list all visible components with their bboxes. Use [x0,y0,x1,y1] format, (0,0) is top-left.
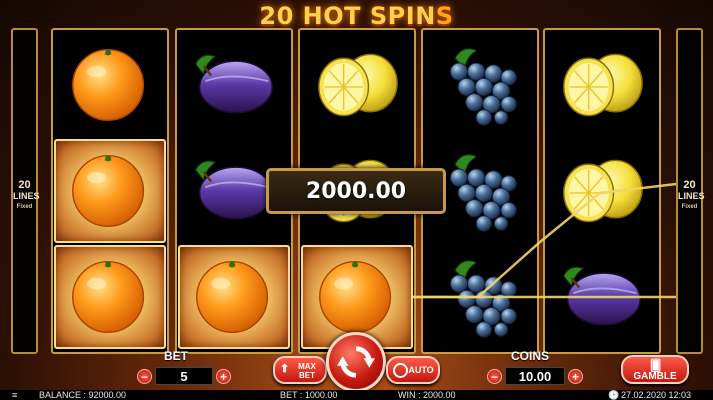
lines-label: LINES [13,191,40,201]
symbol-plum [178,33,290,137]
lines-count: 20 [683,179,696,191]
orange-icon [72,48,145,122]
coins-decrease-button[interactable]: − [487,368,502,384]
orange-icon [196,260,269,334]
win-amount: 2000.00 [305,178,407,204]
symbol-orange [178,245,290,349]
bet-label: BET [164,349,188,363]
total-bet-readout: BET : 1000.00 [280,390,338,400]
game-title: 20 HOT SPINS [0,2,713,30]
bet-increase-button[interactable]: + [216,368,231,384]
arrow-up-icon: ⬆ [280,363,290,375]
symbol-orange [54,139,166,243]
lines-label: LINES [678,191,705,201]
spin-arrows-icon [337,346,375,378]
gamble-button[interactable]: 🂠 GAMBLE [621,355,689,384]
coins-stepper[interactable]: − 10.00 + [487,366,583,386]
orange-icon [72,154,145,228]
balance-readout: BALANCE : 92000.00 [39,390,127,400]
lines-count: 20 [18,179,31,191]
symbol-grapes [424,245,536,349]
lines-panel-left: 20 LINES Fixed [11,28,40,354]
max-bet-label-1: MAX [298,362,316,371]
plum-icon [195,54,273,114]
datetime-readout: 27.02.2020 12:03 [621,390,692,400]
orange-icon [72,260,145,334]
lemon-icon [318,53,398,117]
symbol-grapes [424,33,536,137]
grapes-icon [449,48,517,126]
symbol-orange [54,33,166,137]
spin-button[interactable] [326,332,386,392]
gamble-label: GAMBLE [633,371,677,382]
clock-icon: 🕒 [608,390,620,400]
game-title-tail: S [435,2,454,30]
grapes-icon [449,260,517,338]
coins-value: 10.00 [505,367,565,385]
win-amount-display: 2000.00 [266,168,446,214]
lines-info-right: 20 LINES Fixed [678,179,705,213]
lines-mode: Fixed [681,204,698,210]
lines-info-left: 20 LINES Fixed [13,179,40,213]
symbol-orange [54,245,166,349]
lemon-icon [563,159,643,223]
reel-5 [543,28,661,354]
info-icon: ≡ [12,390,18,400]
cards-icon: 🂠 [650,360,662,372]
symbol-lemon [301,33,413,137]
reel-1 [51,28,169,354]
symbol-plum [546,245,658,349]
bet-value: 5 [155,367,213,385]
bet-decrease-button[interactable]: − [137,368,152,384]
plum-icon [195,160,273,220]
plum-icon [563,266,641,326]
auto-spin-button[interactable]: AUTO [386,356,440,384]
lines-panel-right: 20 LINES Fixed [676,28,705,354]
max-bet-label-2: BET [299,371,315,380]
orange-icon [319,260,392,334]
game-title-main: 20 HOT SPIN [259,2,436,30]
autoplay-icon [393,363,408,378]
grapes-icon [449,154,517,232]
symbol-lemon [546,139,658,243]
coins-label: COINS [511,349,550,363]
lemon-icon [563,53,643,117]
win-readout: WIN : 2000.00 [398,390,456,400]
auto-label: AUTO [408,365,434,375]
max-bet-button[interactable]: ⬆ MAX BET [273,356,327,384]
coins-increase-button[interactable]: + [568,368,583,384]
status-bar: ≡ BALANCE : 92000.00 BET : 1000.00 WIN :… [0,390,713,400]
bet-stepper[interactable]: − 5 + [137,366,231,386]
symbol-lemon [546,33,658,137]
lines-mode: Fixed [16,204,33,210]
